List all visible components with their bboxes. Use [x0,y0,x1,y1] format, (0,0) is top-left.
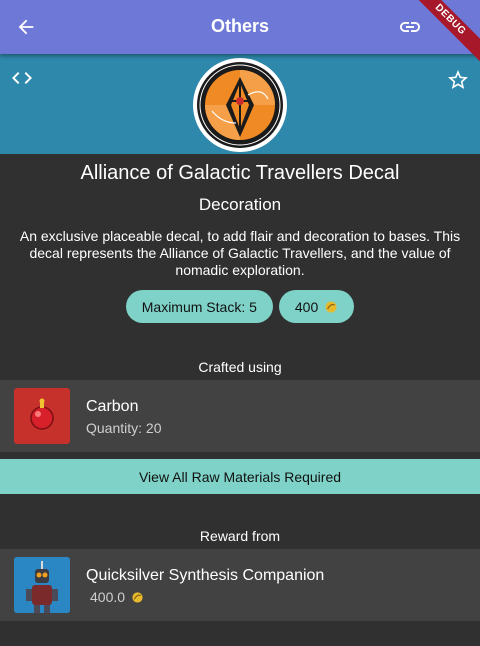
reward-item-name: Quicksilver Synthesis Companion [86,567,325,584]
crafted-using-heading: Crafted using [198,359,282,375]
view-all-raw-materials-button[interactable]: View All Raw Materials Required [0,459,480,494]
crafted-item-name: Carbon [86,398,139,415]
max-stack-label: Maximum Stack: 5 [141,298,257,315]
item-category: Decoration [198,195,282,214]
alliance-emblem-icon [193,58,287,152]
value-chip: 400 [278,290,355,323]
item-description: An exclusive placeable decal, to add fla… [19,228,461,278]
crafted-item-row[interactable]: Carbon Quantity: 20 [0,380,480,452]
carbon-icon [30,398,54,430]
reward-item-value: 400.0 [90,589,126,605]
item-stats: Maximum Stack: 5 400 [0,290,480,323]
debug-banner: DEBUG [390,0,480,90]
code-icon [12,72,32,84]
value-label: 400 [294,298,319,315]
code-button[interactable] [8,66,36,90]
robot-companion-icon [14,557,70,613]
crafted-item-quantity: Quantity: 20 [86,420,162,436]
reward-item-row[interactable]: Quicksilver Synthesis Companion 400.0 [0,549,480,621]
reward-item-value-row: 400.0 [86,589,144,605]
reward-from-heading: Reward from [199,528,281,544]
max-stack-chip: Maximum Stack: 5 [125,290,273,323]
carbon-thumbnail [14,388,70,444]
quicksilver-companion-thumbnail [14,557,70,613]
debug-banner-label: DEBUG [401,0,480,69]
quicksilver-coin-icon [325,301,337,312]
item-name: Alliance of Galactic Travellers Decal [80,162,400,184]
quicksilver-coin-icon [132,591,143,603]
